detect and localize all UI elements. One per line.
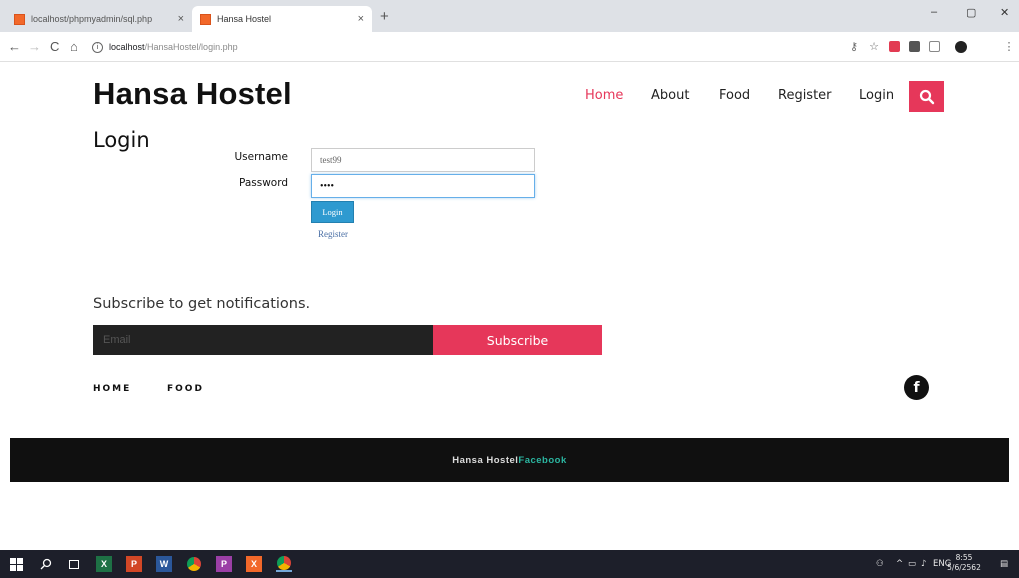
username-input[interactable]: test99 — [311, 148, 535, 172]
login-button[interactable]: Login — [311, 201, 354, 223]
search-icon[interactable] — [38, 556, 54, 572]
nav-about[interactable]: About — [651, 88, 689, 103]
close-window-icon[interactable]: ✕ — [1000, 6, 1009, 19]
taskbar-clock[interactable]: 8:55 5/6/2562 — [944, 553, 984, 573]
extension-icon[interactable] — [889, 41, 901, 53]
url-path: /HansaHostel/login.php — [144, 42, 238, 52]
publisher-icon[interactable]: P — [216, 556, 232, 572]
footer-facebook-link[interactable]: Facebook — [518, 455, 566, 466]
site-title[interactable]: Hansa Hostel — [93, 76, 292, 112]
username-label: Username — [234, 151, 288, 163]
tab-hansa-hostel[interactable]: Hansa Hostel × — [192, 6, 372, 32]
chrome-icon[interactable] — [186, 556, 202, 572]
favicon-icon — [200, 13, 211, 25]
search-button[interactable] — [909, 81, 944, 112]
clock-date: 5/6/2562 — [947, 563, 981, 572]
url-host: localhost — [109, 42, 145, 52]
home-icon[interactable]: ⌂ — [70, 39, 78, 54]
page-title: Login — [93, 128, 150, 152]
people-icon[interactable]: ⚇ — [876, 559, 884, 569]
menu-icon[interactable]: ⋮ — [1003, 41, 1015, 53]
chevron-up-icon[interactable]: ^ — [896, 559, 903, 569]
tab-title: Hansa Hostel — [217, 14, 272, 24]
footer-link-home[interactable]: HOME — [93, 384, 131, 394]
email-field[interactable]: Email — [93, 325, 433, 355]
url-field[interactable]: i localhost /HansaHostel/login.php — [92, 37, 832, 57]
search-icon — [919, 89, 934, 104]
info-icon[interactable]: i — [92, 41, 103, 53]
avatar[interactable] — [955, 41, 967, 53]
maximize-icon[interactable]: ▢ — [966, 6, 976, 19]
subscribe-heading: Subscribe to get notifications. — [93, 296, 311, 312]
battery-icon[interactable]: ▭ — [908, 559, 916, 569]
taskbar: X P W P X ⚇ ^ ▭ ♪ ENG ▤ — [0, 550, 1019, 578]
close-icon[interactable]: × — [178, 13, 184, 25]
chrome-active-icon[interactable] — [276, 556, 292, 572]
tab-title: localhost/phpmyadmin/sql.php — [31, 14, 153, 24]
facebook-icon[interactable]: f — [904, 375, 929, 400]
password-label: Password — [238, 177, 288, 189]
star-icon[interactable]: ☆ — [868, 41, 880, 53]
notification-icon[interactable]: ▤ — [1000, 559, 1008, 569]
word-icon[interactable]: W — [156, 556, 172, 572]
subscribe-button[interactable]: Subscribe — [433, 325, 602, 355]
nav-home[interactable]: Home — [585, 88, 623, 103]
address-bar: ← → C ⌂ i localhost /HansaHostel/login.p… — [0, 32, 1019, 62]
volume-icon[interactable]: ♪ — [921, 559, 926, 569]
key-icon[interactable]: ⚷ — [848, 41, 860, 53]
nav-register[interactable]: Register — [778, 88, 832, 103]
nav-login[interactable]: Login — [859, 88, 894, 103]
powerpoint-icon[interactable]: P — [126, 556, 142, 572]
close-icon[interactable]: × — [358, 13, 364, 25]
favicon-icon — [14, 13, 25, 25]
footer-brand: Hansa Hostel — [452, 454, 519, 466]
tab-phpmyadmin[interactable]: localhost/phpmyadmin/sql.php × — [6, 6, 192, 32]
new-tab-button[interactable]: + — [380, 8, 389, 25]
task-view-icon[interactable] — [66, 556, 82, 572]
minimize-icon[interactable]: – — [931, 6, 937, 18]
reload-icon[interactable]: C — [50, 39, 59, 54]
forward-icon[interactable]: → — [28, 39, 41, 54]
clock-time: 8:55 — [955, 553, 973, 562]
password-input[interactable]: •••• — [311, 174, 535, 198]
xampp-icon[interactable]: X — [246, 556, 262, 572]
extension-icon[interactable] — [909, 41, 921, 53]
back-icon[interactable]: ← — [8, 39, 21, 54]
extension-icon[interactable] — [929, 41, 941, 53]
windows-start-icon[interactable] — [8, 556, 24, 572]
nav-food[interactable]: Food — [719, 88, 750, 103]
footer-link-food[interactable]: FOOD — [167, 384, 204, 394]
excel-icon[interactable]: X — [96, 556, 112, 572]
browser-tabstrip: localhost/phpmyadmin/sql.php × Hansa Hos… — [0, 0, 1019, 32]
footer-bar: Hansa Hostel Facebook — [10, 438, 1009, 482]
register-link[interactable]: Register — [318, 229, 348, 239]
